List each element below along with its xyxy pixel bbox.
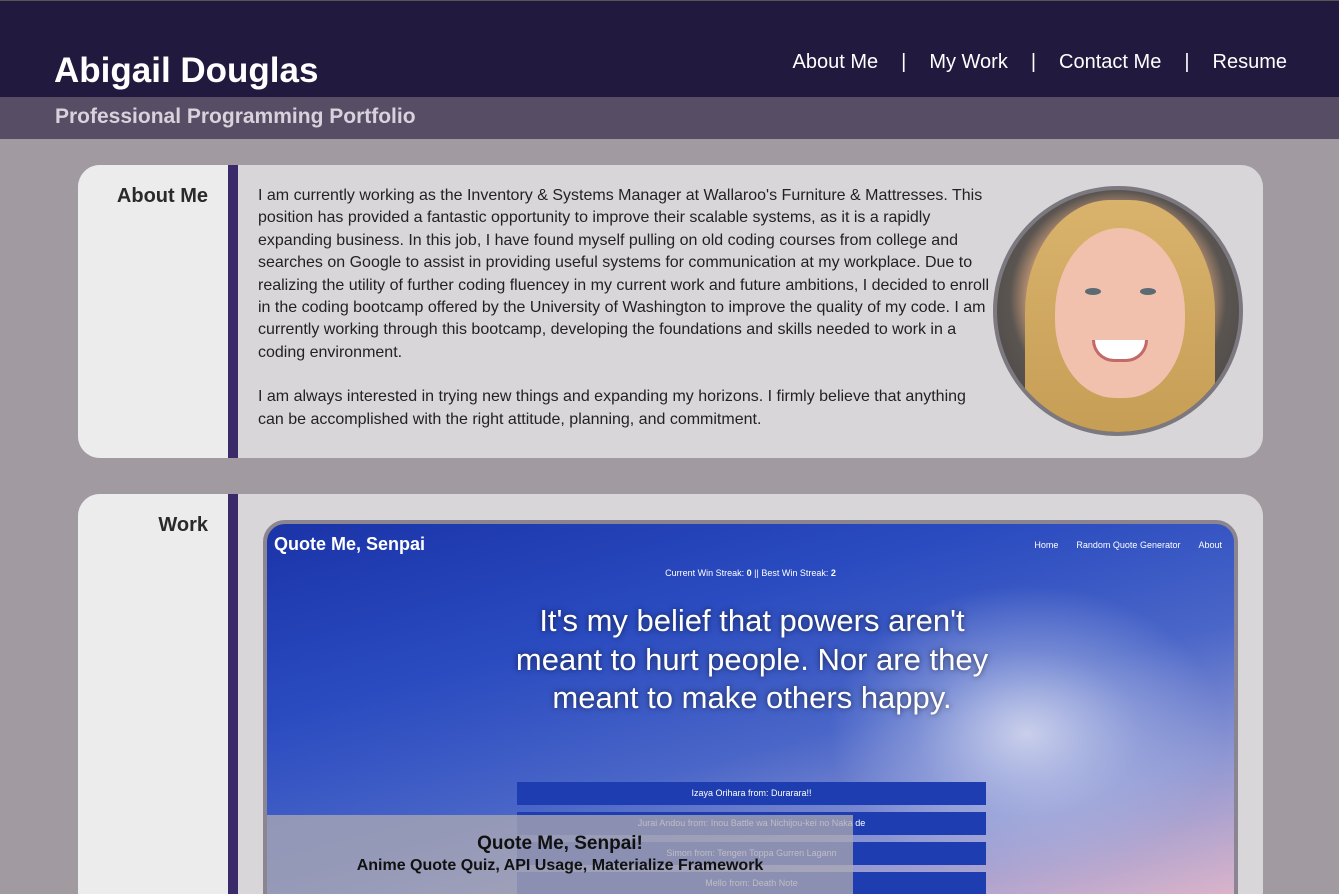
about-paragraph: I am currently working as the Inventory … [258, 187, 990, 361]
streak-mid: || Best Win Streak: [751, 568, 831, 578]
section-divider-bar [228, 165, 238, 458]
project-screenshot-brand: Quote Me, Senpai [274, 534, 426, 554]
nav-resume[interactable]: Resume [1213, 51, 1287, 74]
streak-prefix: Current Win Streak: [665, 568, 747, 578]
nav-separator: | [901, 51, 907, 73]
project-screenshot-nav-item: About [1198, 540, 1222, 550]
site-subtitle: Professional Programming Portfolio [55, 105, 416, 128]
nav-separator: | [1184, 51, 1190, 73]
project-title: Quote Me, Senpai! [477, 833, 643, 854]
project-screenshot-streak: Current Win Streak: 0 || Best Win Streak… [267, 568, 1234, 578]
profile-photo [993, 186, 1243, 436]
project-card-quote-me-senpai[interactable]: Quote Me, Senpai Home Random Quote Gener… [263, 520, 1238, 894]
streak-best: 2 [830, 568, 836, 578]
project-screenshot-nav-item: Random Quote Generator [1076, 540, 1181, 550]
project-tags: Anime Quote Quiz, API Usage, Materialize… [356, 857, 764, 874]
subheader: Professional Programming Portfolio [0, 97, 1339, 139]
work-section: Work Quote Me, Senpai Home Random Quote … [78, 494, 1263, 894]
about-label-column: About Me [78, 165, 228, 458]
nav-my-work[interactable]: My Work [929, 51, 1008, 74]
nav-contact-me[interactable]: Contact Me [1059, 51, 1161, 74]
about-paragraph: I am always interested in trying new thi… [258, 388, 966, 428]
project-caption: Quote Me, Senpai! Anime Quote Quiz, API … [267, 815, 853, 894]
work-heading: Work [158, 514, 208, 536]
nav-about-me[interactable]: About Me [793, 51, 879, 74]
profile-photo-face [1055, 228, 1185, 398]
nav-separator: | [1030, 51, 1037, 73]
about-heading: About Me [116, 185, 208, 207]
work-label-column: Work [78, 494, 228, 894]
about-section: About Me I am currently working as the I… [78, 165, 1263, 458]
project-screenshot-quote: It's my belief that powers aren't meant … [515, 603, 989, 715]
project-screenshot-nav-item: Home [1034, 540, 1059, 550]
project-screenshot-option: Izaya Orihara from: Durarara!! [517, 782, 986, 805]
site-title: Abigail Douglas [54, 51, 319, 90]
profile-photo-eye [1140, 288, 1156, 295]
profile-photo-eye [1085, 288, 1101, 295]
project-screenshot-nav: Home Random Quote Generator About [1034, 540, 1222, 550]
main-nav: About Me | My Work | Contact Me | Resume [793, 51, 1287, 74]
section-divider-bar [228, 494, 238, 894]
about-text: I am currently working as the Inventory … [258, 185, 993, 431]
site-header: Abigail Douglas About Me | My Work | Con… [0, 0, 1339, 97]
